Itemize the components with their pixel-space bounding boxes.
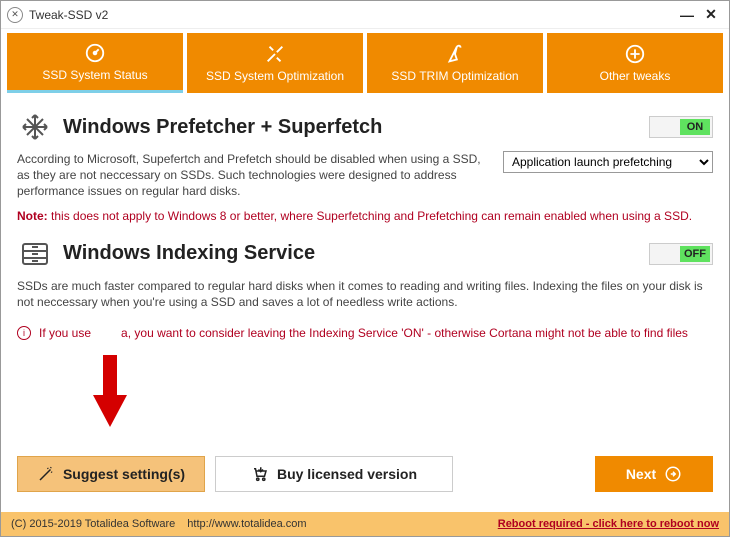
red-arrow-indicator bbox=[93, 355, 127, 435]
tab-label: SSD System Status bbox=[42, 68, 147, 82]
content-area: Windows Prefetcher + Superfetch ON Accor… bbox=[1, 93, 729, 340]
minimize-button[interactable]: — bbox=[675, 7, 699, 23]
section-note: Note: this does not apply to Windows 8 o… bbox=[17, 208, 713, 224]
suggest-settings-button[interactable]: Suggest setting(s) bbox=[17, 456, 205, 492]
broom-icon bbox=[444, 43, 466, 65]
button-label: Next bbox=[626, 466, 656, 482]
close-button[interactable]: ✕ bbox=[699, 6, 723, 23]
toggle-knob: OFF bbox=[680, 246, 710, 262]
tab-other-tweaks[interactable]: Other tweaks bbox=[547, 33, 723, 93]
section-title: Windows Prefetcher + Superfetch bbox=[63, 116, 649, 139]
section-description: SSDs are much faster compared to regular… bbox=[17, 278, 713, 310]
tab-label: Other tweaks bbox=[600, 69, 671, 83]
prefetch-dropdown[interactable]: Application launch prefetching bbox=[503, 151, 713, 173]
buy-licensed-button[interactable]: Buy licensed version bbox=[215, 456, 453, 492]
reboot-link[interactable]: Reboot required - click here to reboot n… bbox=[498, 518, 719, 530]
status-bar: (C) 2015-2019 Totalidea Software http://… bbox=[1, 512, 729, 536]
titlebar: ✕ Tweak-SSD v2 — ✕ bbox=[1, 1, 729, 29]
button-label: Buy licensed version bbox=[277, 466, 417, 482]
button-label: Suggest setting(s) bbox=[63, 466, 185, 482]
next-button[interactable]: Next bbox=[595, 456, 713, 492]
tab-label: SSD TRIM Optimization bbox=[391, 69, 518, 83]
drawer-icon bbox=[17, 236, 53, 272]
plus-circle-icon bbox=[624, 43, 646, 65]
cortana-info: i If you use a, you want to consider lea… bbox=[17, 326, 713, 340]
tab-trim-optimization[interactable]: SSD TRIM Optimization bbox=[367, 33, 543, 93]
toggle-knob: ON bbox=[680, 119, 710, 135]
section-description: According to Microsoft, Supefertch and P… bbox=[17, 151, 491, 200]
tab-system-optimization[interactable]: SSD System Optimization bbox=[187, 33, 363, 93]
tab-bar: SSD System Status SSD System Optimizatio… bbox=[1, 29, 729, 93]
arrow-right-circle-icon bbox=[664, 465, 682, 483]
app-icon: ✕ bbox=[7, 7, 23, 23]
info-icon: i bbox=[17, 326, 31, 340]
section-indexing: Windows Indexing Service OFF SSDs are mu… bbox=[17, 236, 713, 310]
window-title: Tweak-SSD v2 bbox=[29, 8, 675, 22]
cart-icon bbox=[251, 465, 269, 483]
snowflake-icon bbox=[17, 109, 53, 145]
indexing-toggle[interactable]: OFF bbox=[649, 243, 713, 265]
tools-icon bbox=[264, 43, 286, 65]
wand-icon bbox=[37, 465, 55, 483]
gauge-icon bbox=[84, 42, 106, 64]
section-title: Windows Indexing Service bbox=[63, 242, 649, 265]
footer-buttons: Suggest setting(s) Buy licensed version … bbox=[17, 456, 713, 492]
tab-system-status[interactable]: SSD System Status bbox=[7, 33, 183, 93]
website-link[interactable]: http://www.totalidea.com bbox=[187, 518, 306, 530]
copyright-text: (C) 2015-2019 Totalidea Software bbox=[11, 518, 175, 530]
tab-label: SSD System Optimization bbox=[206, 69, 344, 83]
section-prefetcher: Windows Prefetcher + Superfetch ON Accor… bbox=[17, 109, 713, 224]
prefetcher-toggle[interactable]: ON bbox=[649, 116, 713, 138]
